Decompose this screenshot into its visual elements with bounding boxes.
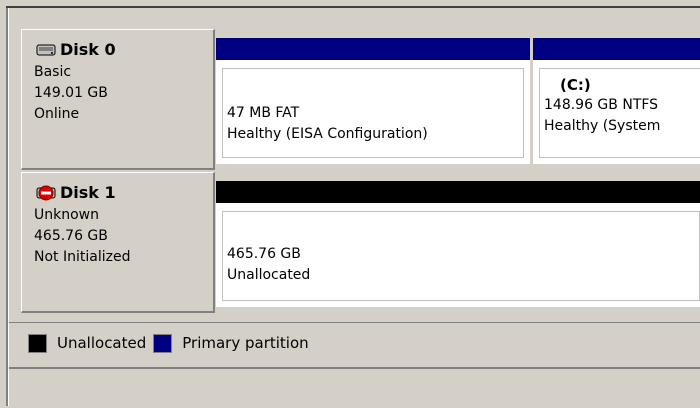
legend: Unallocated Primary partition bbox=[9, 322, 700, 363]
legend-label: Unallocated bbox=[57, 334, 147, 352]
volume-status: Healthy (System bbox=[544, 118, 661, 134]
status-bar bbox=[9, 367, 700, 408]
disk-1-title-row: Disk 1 bbox=[34, 183, 213, 203]
volume-eisa[interactable]: 47 MB FAT Healthy (EISA Configuration) bbox=[216, 38, 530, 164]
primary-partition-swatch bbox=[153, 333, 173, 353]
volume-status: Healthy (EISA Configuration) bbox=[227, 126, 428, 142]
disk-0-volumes: 47 MB FAT Healthy (EISA Configuration) (… bbox=[215, 29, 700, 170]
legend-item-primary: Primary partition bbox=[153, 333, 309, 353]
volume-bar bbox=[216, 38, 530, 60]
volume-c[interactable]: (C:) 148.96 GB NTFS Healthy (System bbox=[533, 38, 700, 164]
disk-1-label[interactable]: Disk 1 Unknown 465.76 GB Not Initialized bbox=[21, 172, 215, 313]
disk-0-label[interactable]: Disk 0 Basic 149.01 GB Online bbox=[21, 29, 215, 170]
disk-0-size: 149.01 GB bbox=[34, 85, 108, 101]
volume-bar bbox=[533, 38, 700, 60]
disk-error-icon bbox=[34, 184, 58, 202]
disk-1-type: Unknown bbox=[34, 207, 99, 223]
legend-item-unallocated: Unallocated bbox=[28, 333, 147, 353]
disk-graphical-view: Disk 0 Basic 149.01 GB Online 47 MB FAT … bbox=[9, 8, 700, 367]
legend-label: Primary partition bbox=[182, 334, 309, 352]
volume-title: (C:) bbox=[560, 76, 591, 94]
volume-size: 465.76 GB bbox=[227, 246, 301, 262]
disk-0-name: Disk 0 bbox=[60, 40, 116, 59]
disk-1-status: Not Initialized bbox=[34, 249, 131, 265]
disk-1-volumes: 465.76 GB Unallocated bbox=[215, 172, 700, 313]
volume-body: 47 MB FAT Healthy (EISA Configuration) bbox=[222, 68, 524, 158]
disk-1-size: 465.76 GB bbox=[34, 228, 108, 244]
volume-bar bbox=[216, 181, 700, 203]
volume-size: 148.96 GB NTFS bbox=[544, 97, 659, 113]
disk-1-name: Disk 1 bbox=[60, 183, 116, 202]
volume-size: 47 MB FAT bbox=[227, 105, 300, 121]
disk-0-title-row: Disk 0 bbox=[34, 40, 213, 60]
volume-unallocated[interactable]: 465.76 GB Unallocated bbox=[216, 181, 700, 307]
disk-0-type: Basic bbox=[34, 64, 72, 80]
volume-status: Unallocated bbox=[227, 267, 311, 283]
volume-body: (C:) 148.96 GB NTFS Healthy (System bbox=[539, 68, 700, 158]
unallocated-swatch bbox=[28, 333, 47, 353]
disk-0-status: Online bbox=[34, 106, 80, 122]
volume-body: 465.76 GB Unallocated bbox=[222, 211, 700, 301]
disk-icon bbox=[34, 41, 58, 59]
